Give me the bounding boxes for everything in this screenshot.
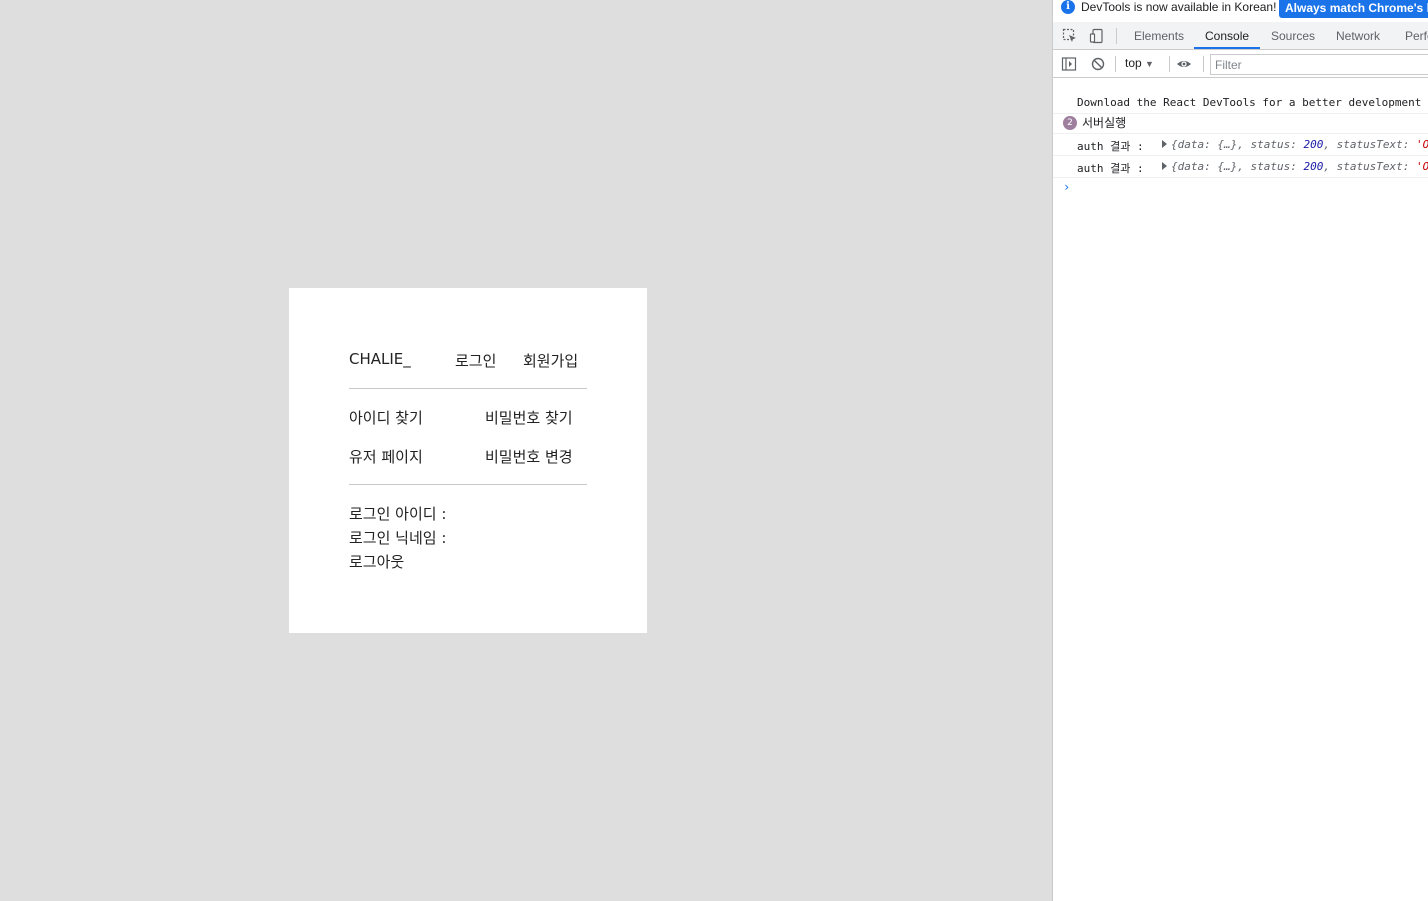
- console-message: Download the React DevTools for a better…: [1053, 92, 1428, 114]
- info-icon: i: [1061, 0, 1075, 14]
- devtools-panel: i DevTools is now available in Korean! A…: [1052, 0, 1428, 901]
- login-id-label: 로그인 아이디 :: [349, 505, 447, 523]
- expand-triangle-icon[interactable]: [1162, 140, 1167, 148]
- tab-performance[interactable]: Performance: [1405, 29, 1428, 43]
- repeat-count-badge: 2: [1063, 116, 1077, 130]
- page-area: CHALIE_ 로그인 회원가입 아이디 찾기 비밀번호 찾기 유저 페이지 비…: [0, 0, 1052, 901]
- console-prompt[interactable]: ›: [1063, 180, 1070, 194]
- find-password-link[interactable]: 비밀번호 찾기: [485, 407, 573, 428]
- devtools-tabbar: Elements Console Sources Network Perform…: [1053, 22, 1428, 50]
- filter-input[interactable]: Filter: [1210, 54, 1428, 75]
- console-message: auth 결과 : {data: {…}, status: 200, statu…: [1053, 134, 1428, 156]
- context-label: top: [1125, 56, 1142, 70]
- live-expression-eye-icon[interactable]: [1176, 56, 1192, 72]
- toolbar-separator: [1203, 56, 1204, 72]
- login-nickname-label: 로그인 닉네임 :: [349, 529, 447, 547]
- message-text: Download the React DevTools for a better…: [1077, 96, 1428, 109]
- device-toolbar-icon[interactable]: [1089, 28, 1105, 44]
- tab-console[interactable]: Console: [1205, 29, 1249, 43]
- tab-sources[interactable]: Sources: [1271, 29, 1315, 43]
- match-language-button[interactable]: Always match Chrome's language: [1279, 0, 1428, 18]
- signup-link[interactable]: 회원가입: [523, 350, 578, 371]
- inspect-element-icon[interactable]: [1062, 28, 1078, 44]
- divider: [349, 484, 587, 485]
- tab-elements[interactable]: Elements: [1134, 29, 1184, 43]
- expand-triangle-icon[interactable]: [1162, 162, 1167, 170]
- console-toolbar: top ▼ Filter: [1053, 51, 1428, 78]
- brand-link[interactable]: CHALIE_: [349, 350, 411, 368]
- login-link[interactable]: 로그인: [455, 350, 496, 371]
- message-object[interactable]: {data: {…}, status: 200, statusText: 'OK…: [1171, 160, 1428, 173]
- toolbar-separator: [1115, 56, 1116, 72]
- dropdown-arrow-icon: ▼: [1145, 59, 1154, 69]
- toolbar-separator: [1169, 56, 1170, 72]
- context-selector[interactable]: top ▼: [1125, 56, 1154, 70]
- find-id-link[interactable]: 아이디 찾기: [349, 407, 423, 428]
- divider: [349, 388, 587, 389]
- tab-network[interactable]: Network: [1336, 29, 1380, 43]
- message-label: auth 결과 :: [1077, 162, 1144, 175]
- devtools-infobar: i DevTools is now available in Korean! A…: [1053, 0, 1428, 22]
- logout-link[interactable]: 로그아웃: [349, 551, 404, 572]
- infobar-text: DevTools is now available in Korean!: [1081, 0, 1277, 14]
- clear-console-icon[interactable]: [1090, 56, 1106, 72]
- tab-separator: [1116, 28, 1117, 44]
- console-message: auth 결과 : {data: {…}, status: 200, statu…: [1053, 156, 1428, 178]
- message-label: auth 결과 :: [1077, 140, 1144, 153]
- auth-card: CHALIE_ 로그인 회원가입 아이디 찾기 비밀번호 찾기 유저 페이지 비…: [289, 288, 647, 633]
- console-message: 2 서버실행: [1053, 112, 1428, 134]
- message-object[interactable]: {data: {…}, status: 200, statusText: 'OK…: [1171, 138, 1428, 151]
- user-page-link[interactable]: 유저 페이지: [349, 446, 423, 467]
- message-text: 서버실행: [1082, 116, 1127, 130]
- change-password-link[interactable]: 비밀번호 변경: [485, 446, 573, 467]
- sidebar-toggle-icon[interactable]: [1061, 56, 1077, 72]
- active-tab-indicator: [1194, 47, 1260, 49]
